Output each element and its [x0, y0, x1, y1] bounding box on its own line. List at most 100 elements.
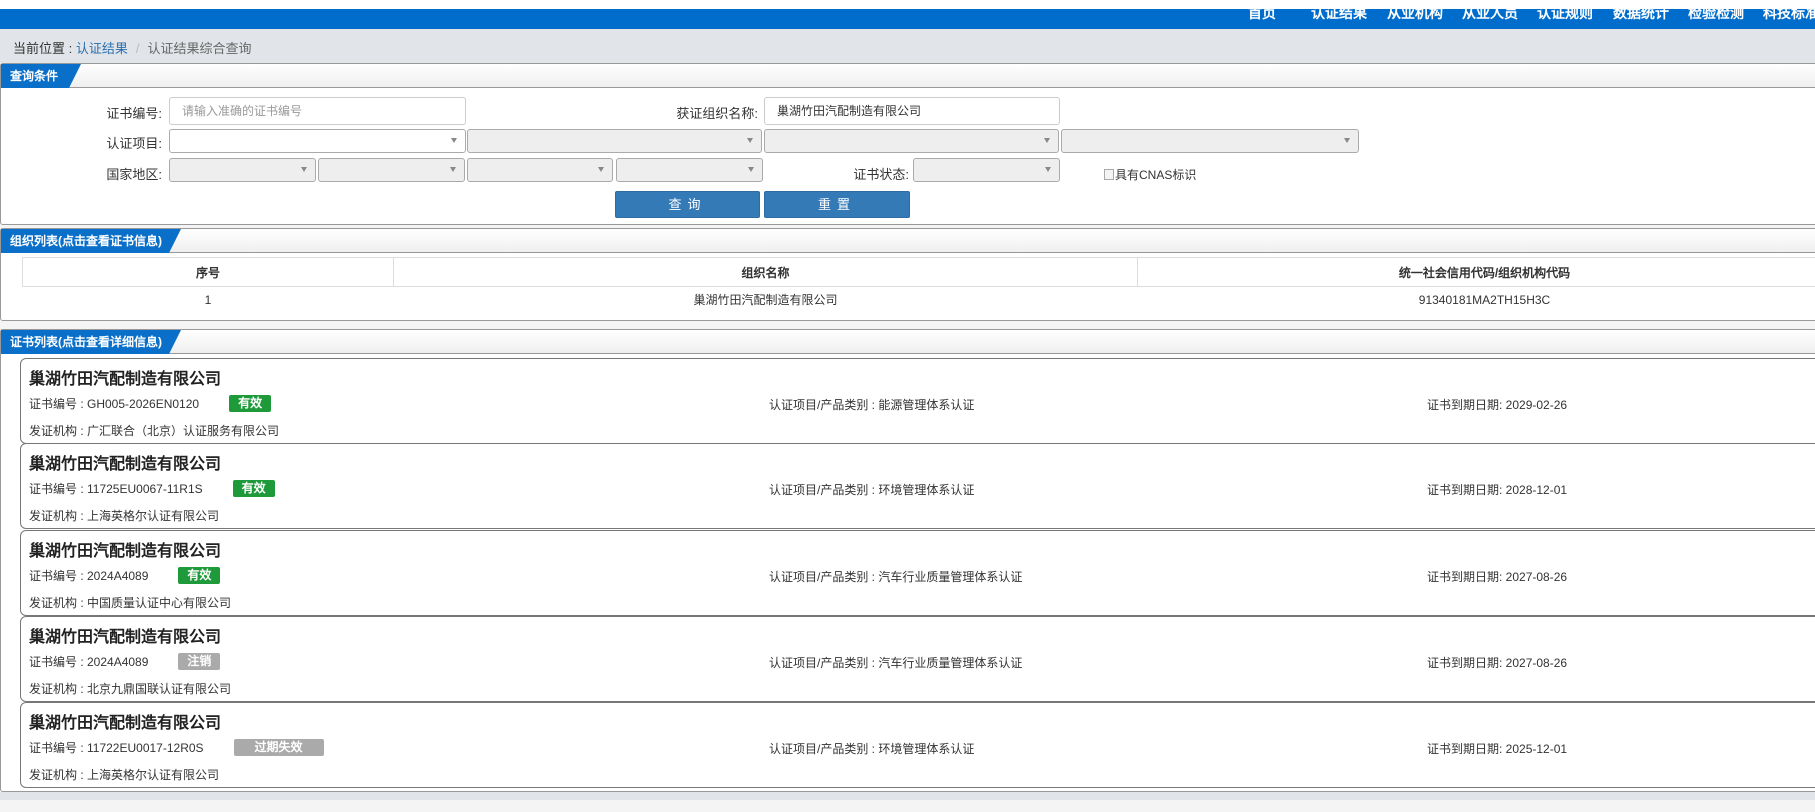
nav-cert-results[interactable]: 认证结果 [1311, 9, 1367, 23]
cert-number-row: 证书编号 : GH005-2026EN0120 有效 [29, 395, 272, 412]
cert-project: 认证项目/产品类别 : 汽车行业质量管理体系认证 [769, 656, 1023, 670]
search-button[interactable]: 查询 [615, 191, 760, 218]
nav-inspection[interactable]: 检验检测 [1688, 9, 1744, 23]
column-header-org-name: 组织名称 [393, 257, 1138, 287]
org-list-header: 组织列表(点击查看证书信息) [1, 229, 1815, 253]
column-header-credit-code: 统一社会信用代码/组织机构代码 [1137, 257, 1815, 287]
org-name-input[interactable]: 巢湖竹田汽配制造有限公司 [764, 97, 1060, 125]
cert-org-name: 巢湖竹田汽配制造有限公司 [29, 715, 222, 732]
nav-standards[interactable]: 科技标准 [1763, 9, 1815, 23]
region-select-4[interactable] [616, 158, 763, 182]
checkbox-icon[interactable] [1104, 169, 1114, 180]
cert-list-header: 证书列表(点击查看详细信息) [1, 330, 1815, 354]
region-select-2[interactable] [318, 158, 465, 182]
cert-number: 证书编号 : 11725EU0067-11R1S [29, 482, 203, 496]
column-header-index: 序号 [22, 257, 394, 287]
cell-org-name[interactable]: 巢湖竹田汽配制造有限公司 [393, 286, 1138, 313]
query-panel-title: 查询条件 [1, 64, 81, 88]
cert-list-title: 证书列表(点击查看详细信息) [1, 330, 181, 354]
project-select-3[interactable] [764, 129, 1059, 153]
chevron-down-icon [1044, 138, 1050, 143]
cert-org-name: 巢湖竹田汽配制造有限公司 [29, 543, 222, 560]
cert-card[interactable]: 巢湖竹田汽配制造有限公司 证书编号 : 2024A4089 注销 认证项目/产品类别 … [20, 616, 1815, 702]
breadcrumb-current: 认证结果综合查询 [147, 41, 252, 56]
cert-number-row: 证书编号 : 11722EU0017-12R0S 过期失效 [29, 739, 324, 756]
project-label: 认证项目: [106, 136, 162, 151]
cnas-label: 具有CNAS标识 [1115, 168, 1197, 182]
query-panel-header: 查询条件 [1, 64, 1815, 88]
project-select-2[interactable] [467, 129, 762, 153]
cert-no-input[interactable]: 请输入准确的证书编号 [169, 97, 466, 125]
cert-expiry: 证书到期日期: 2029-02-26 [1427, 398, 1568, 412]
cell-credit-code: 91340181MA2TH15H3C [1137, 286, 1815, 313]
cert-number-row: 证书编号 : 2024A4089 注销 [29, 653, 221, 670]
cert-project: 认证项目/产品类别 : 能源管理体系认证 [769, 398, 975, 412]
cert-org-name: 巢湖竹田汽配制造有限公司 [29, 456, 222, 473]
status-badge: 有效 [178, 567, 221, 584]
cert-issuer: 发证机构 : 广汇联合（北京）认证服务有限公司 [29, 424, 280, 438]
region-select-1[interactable] [169, 158, 316, 182]
cert-project: 认证项目/产品类别 : 汽车行业质量管理体系认证 [769, 570, 1023, 584]
status-badge: 有效 [229, 395, 272, 412]
chevron-down-icon [1344, 138, 1350, 143]
chevron-down-icon [748, 167, 754, 172]
project-select-1[interactable] [169, 129, 466, 153]
nav-rules[interactable]: 认证规则 [1537, 9, 1593, 23]
breadcrumb: 当前位置 : 认证结果 / 认证结果综合查询 [13, 38, 252, 57]
breadcrumb-prefix: 当前位置 : [13, 41, 76, 56]
cert-project: 认证项目/产品类别 : 环境管理体系认证 [769, 742, 975, 756]
table-header-row: 序号 组织名称 统一社会信用代码/组织机构代码 [22, 257, 1815, 287]
cert-issuer: 发证机构 : 上海英格尔认证有限公司 [29, 509, 220, 523]
chevron-down-icon [598, 167, 604, 172]
nav-statistics[interactable]: 数据统计 [1613, 9, 1669, 23]
top-nav: 首页 认证结果 从业机构 从业人员 认证规则 数据统计 检验检测 科技标准 [0, 9, 1815, 29]
region-label: 国家地区: [106, 167, 162, 182]
reset-button[interactable]: 重置 [764, 191, 910, 218]
top-spacer [0, 0, 1815, 9]
region-select-3[interactable] [467, 158, 613, 182]
nav-agencies[interactable]: 从业机构 [1387, 9, 1443, 23]
cert-card[interactable]: 巢湖竹田汽配制造有限公司 证书编号 : 2024A4089 有效 认证项目/产品类别 … [20, 530, 1815, 616]
table-row[interactable]: 1 巢湖竹田汽配制造有限公司 91340181MA2TH15H3C [22, 286, 1815, 313]
cert-expiry: 证书到期日期: 2027-08-26 [1427, 656, 1568, 670]
bottom-strip [0, 792, 1815, 800]
cert-number-row: 证书编号 : 11725EU0067-11R1S 有效 [29, 480, 275, 497]
cert-issuer: 发证机构 : 北京九鼎国联认证有限公司 [29, 682, 232, 696]
status-badge: 过期失效 [233, 739, 324, 756]
cert-issuer: 发证机构 : 中国质量认证中心有限公司 [29, 596, 232, 610]
cert-project: 认证项目/产品类别 : 环境管理体系认证 [769, 483, 975, 497]
status-select[interactable] [913, 158, 1060, 182]
nav-home[interactable]: 首页 [1248, 9, 1276, 23]
cert-no-label: 证书编号: [106, 106, 162, 121]
cert-card[interactable]: 巢湖竹田汽配制造有限公司 证书编号 : 11725EU0067-11R1S 有效 认证… [20, 443, 1815, 529]
status-label: 证书状态: [853, 167, 909, 182]
nav-personnel[interactable]: 从业人员 [1462, 9, 1518, 23]
breadcrumb-link[interactable]: 认证结果 [76, 41, 128, 56]
status-badge: 注销 [178, 653, 221, 670]
cert-number: 证书编号 : 11722EU0017-12R0S [29, 741, 204, 755]
chevron-down-icon [301, 167, 307, 172]
cert-expiry: 证书到期日期: 2028-12-01 [1427, 483, 1568, 497]
cert-number-row: 证书编号 : 2024A4089 有效 [29, 567, 221, 584]
chevron-down-icon [451, 138, 457, 143]
cert-card[interactable]: 巢湖竹田汽配制造有限公司 证书编号 : GH005-2026EN0120 有效 认证项… [20, 358, 1815, 444]
breadcrumb-bar: 当前位置 : 认证结果 / 认证结果综合查询 [0, 29, 1815, 63]
cert-card[interactable]: 巢湖竹田汽配制造有限公司 证书编号 : 11722EU0017-12R0S 过期失效… [20, 702, 1815, 788]
cell-index: 1 [22, 286, 394, 313]
org-name-label: 获证组织名称: [676, 106, 758, 121]
project-select-4[interactable] [1061, 129, 1359, 153]
cert-number: 证书编号 : 2024A4089 [29, 655, 149, 669]
cert-number: 证书编号 : 2024A4089 [29, 569, 149, 583]
org-table: 序号 组织名称 统一社会信用代码/组织机构代码 1 巢湖竹田汽配制造有限公司 9… [22, 257, 1815, 313]
cert-number: 证书编号 : GH005-2026EN0120 [29, 397, 200, 411]
chevron-down-icon [1045, 167, 1051, 172]
cert-org-name: 巢湖竹田汽配制造有限公司 [29, 629, 222, 646]
cert-expiry: 证书到期日期: 2025-12-01 [1427, 742, 1568, 756]
chevron-down-icon [747, 138, 753, 143]
breadcrumb-separator: / [135, 41, 140, 56]
org-list-title: 组织列表(点击查看证书信息) [1, 229, 181, 253]
cnas-checkbox[interactable]: 具有CNAS标识 [1104, 166, 1196, 183]
org-list-panel: 组织列表(点击查看证书信息) 序号 组织名称 统一社会信用代码/组织机构代码 1… [0, 228, 1815, 321]
status-badge: 有效 [232, 480, 275, 497]
cert-expiry: 证书到期日期: 2027-08-26 [1427, 570, 1568, 584]
